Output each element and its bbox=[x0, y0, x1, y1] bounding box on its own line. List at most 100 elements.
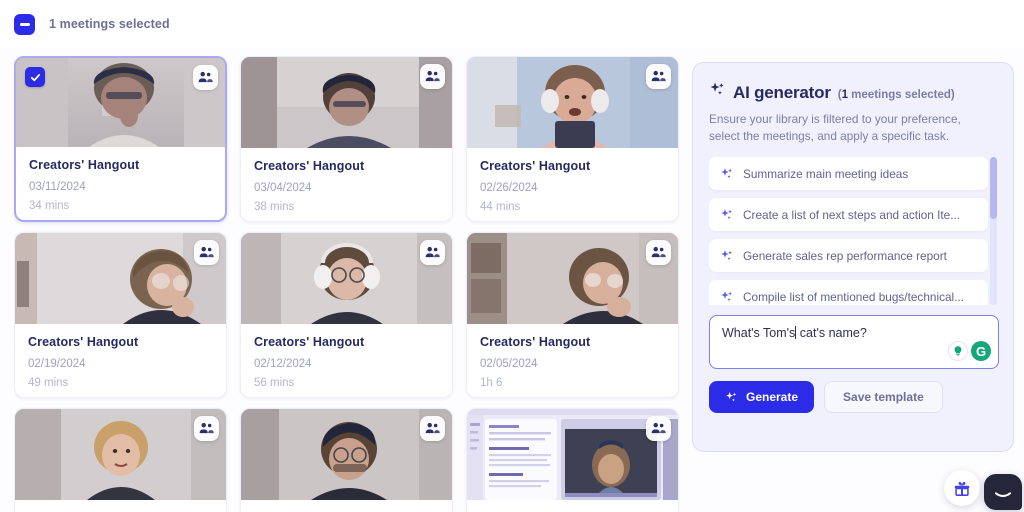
meeting-title: Creators' Hangout bbox=[254, 159, 365, 173]
selection-toolbar: 1 meetings selected bbox=[0, 0, 1024, 48]
meeting-title: Creators' Hangout bbox=[480, 159, 591, 173]
meeting-thumbnail[interactable] bbox=[467, 409, 678, 500]
ai-task-label: Summarize main meeting ideas bbox=[743, 166, 909, 181]
participants-icon bbox=[651, 70, 666, 82]
selection-count-label: 1 meetings selected bbox=[49, 17, 170, 31]
card-selected-checkbox[interactable] bbox=[25, 67, 45, 87]
generate-button-label: Generate bbox=[746, 390, 799, 405]
grammarly-suggestion-icon[interactable] bbox=[948, 341, 968, 362]
participants-badge[interactable] bbox=[194, 240, 219, 265]
meeting-card[interactable]: Creators' Hangout 01/08/2024 bbox=[466, 408, 679, 512]
meeting-duration: 38 mins bbox=[254, 201, 295, 213]
meeting-card-body: Creators' Hangout 02/12/2024 56 mins bbox=[241, 324, 452, 389]
meeting-card-body: Creators' Hangout 02/19/2024 49 mins bbox=[15, 324, 226, 389]
meeting-duration: 44 mins bbox=[480, 201, 521, 213]
meeting-card-body: Creators' Hangout 02/05/2024 1h 6 bbox=[467, 324, 678, 389]
meeting-card-body: Creators' Hangout 01/15/2024 bbox=[241, 500, 452, 512]
sparkle-icon bbox=[721, 208, 732, 219]
prompt-value-head: What's Tom's bbox=[722, 326, 796, 341]
meeting-title: Creators' Hangout bbox=[29, 158, 140, 172]
chat-launcher-icon bbox=[994, 492, 1012, 497]
meeting-card[interactable]: Creators' Hangout 02/26/2024 44 mins bbox=[466, 56, 679, 222]
meeting-thumbnail[interactable] bbox=[15, 409, 226, 500]
meeting-title: Creators' Hangout bbox=[254, 335, 365, 349]
ai-task-label: Generate sales rep performance report bbox=[743, 248, 947, 263]
meeting-date: 02/05/2024 bbox=[480, 358, 538, 370]
prompt-input[interactable]: What's Tom's cat's name? G bbox=[709, 315, 999, 370]
task-list-scrollbar-thumb[interactable] bbox=[990, 157, 997, 220]
select-all-checkbox[interactable] bbox=[14, 13, 35, 35]
prompt-text: What's Tom's cat's name? bbox=[722, 326, 986, 340]
count-suffix: meetings selected) bbox=[847, 89, 955, 101]
grammarly-logo-icon[interactable]: G bbox=[971, 341, 991, 362]
save-template-button[interactable]: Save template bbox=[824, 381, 943, 414]
ai-task-item[interactable]: Summarize main meeting ideas bbox=[709, 157, 988, 191]
text-caret bbox=[795, 326, 797, 340]
participants-badge[interactable] bbox=[194, 416, 219, 441]
meeting-thumbnail[interactable] bbox=[241, 57, 452, 148]
meeting-card[interactable]: Creators' Hangout 01/15/2024 bbox=[240, 408, 453, 512]
gift-icon bbox=[954, 481, 970, 496]
participants-icon bbox=[425, 70, 440, 82]
participants-badge[interactable] bbox=[646, 64, 671, 89]
gift-button[interactable] bbox=[944, 470, 980, 506]
meeting-thumbnail[interactable] bbox=[16, 58, 225, 147]
meeting-card-body: Creators' Hangout 03/04/2024 38 mins bbox=[241, 148, 452, 213]
save-template-label: Save template bbox=[843, 390, 924, 405]
meeting-card[interactable]: Creators' Hangout 03/11/2024 34 mins bbox=[14, 56, 227, 222]
ai-generator-header: AI generator (1 meetings selected) bbox=[709, 81, 997, 103]
participants-badge[interactable] bbox=[193, 65, 218, 90]
ai-task-label: Create a list of next steps and action I… bbox=[743, 207, 961, 222]
ai-generator-subtitle: Ensure your library is filtered to your … bbox=[709, 112, 961, 144]
sparkle-icon bbox=[721, 167, 732, 178]
meeting-card[interactable]: Creators' Hangout 03/04/2024 38 mins bbox=[240, 56, 453, 222]
meeting-thumbnail[interactable] bbox=[241, 409, 452, 500]
participants-icon bbox=[198, 71, 213, 83]
ai-task-item[interactable]: Create a list of next steps and action I… bbox=[709, 198, 988, 232]
participants-badge[interactable] bbox=[420, 240, 445, 265]
meeting-duration: 56 mins bbox=[254, 377, 295, 389]
meeting-thumbnail[interactable] bbox=[15, 233, 226, 324]
lightbulb-icon bbox=[954, 346, 962, 356]
meetings-library-page: 1 meetings selected Creators' Hangout 03… bbox=[0, 0, 1024, 512]
participants-badge[interactable] bbox=[420, 416, 445, 441]
ai-task-item[interactable]: Compile list of mentioned bugs/technical… bbox=[709, 280, 988, 306]
ai-selection-count: (1 meetings selected) bbox=[838, 89, 955, 101]
meeting-card[interactable]: Creators' Hangout 02/19/2024 49 mins bbox=[14, 232, 227, 398]
meeting-thumbnail[interactable] bbox=[241, 233, 452, 324]
meeting-date: 03/04/2024 bbox=[254, 182, 312, 194]
meeting-card-body: Creators' Hangout 02/26/2024 44 mins bbox=[467, 148, 678, 213]
meeting-thumbnail[interactable] bbox=[467, 57, 678, 148]
meeting-card-body: Creators' Hangout 01/29/2024 bbox=[15, 500, 226, 512]
ai-task-item[interactable]: Generate sales rep performance report bbox=[709, 239, 988, 273]
meetings-grid[interactable]: Creators' Hangout 03/11/2024 34 mins Cre… bbox=[14, 56, 680, 512]
ai-task-list[interactable]: Summarize main meeting ideas Create a li… bbox=[709, 157, 997, 306]
meeting-date: 02/19/2024 bbox=[28, 358, 86, 370]
grammarly-widget[interactable]: G bbox=[948, 341, 991, 362]
participants-icon bbox=[199, 422, 214, 434]
participants-badge[interactable] bbox=[646, 416, 671, 441]
sparkle-icon bbox=[721, 290, 732, 301]
sparkle-icon bbox=[721, 249, 732, 260]
participants-icon bbox=[425, 422, 440, 434]
ai-generator-panel: AI generator (1 meetings selected) Ensur… bbox=[692, 62, 1014, 452]
meeting-card[interactable]: Creators' Hangout 01/29/2024 bbox=[14, 408, 227, 512]
task-list-scrollbar[interactable] bbox=[990, 157, 997, 306]
meeting-thumbnail[interactable] bbox=[467, 233, 678, 324]
ai-action-buttons: Generate Save template bbox=[709, 381, 997, 414]
generate-button[interactable]: Generate bbox=[709, 381, 815, 414]
sparkle-icon bbox=[710, 82, 724, 95]
chat-launcher-button[interactable] bbox=[984, 474, 1022, 510]
participants-icon bbox=[651, 246, 666, 258]
meeting-duration: 1h 6 bbox=[480, 377, 503, 389]
participants-icon bbox=[651, 422, 666, 434]
ai-task-label: Compile list of mentioned bugs/technical… bbox=[743, 289, 964, 304]
meeting-card[interactable]: Creators' Hangout 02/05/2024 1h 6 bbox=[466, 232, 679, 398]
prompt-value-tail: cat's name? bbox=[799, 326, 867, 341]
participants-badge[interactable] bbox=[646, 240, 671, 265]
participants-badge[interactable] bbox=[420, 64, 445, 89]
meeting-card-body: Creators' Hangout 01/08/2024 bbox=[467, 500, 678, 512]
indeterminate-dash-icon bbox=[19, 22, 30, 26]
meeting-date: 02/26/2024 bbox=[480, 182, 538, 194]
meeting-card[interactable]: Creators' Hangout 02/12/2024 56 mins bbox=[240, 232, 453, 398]
